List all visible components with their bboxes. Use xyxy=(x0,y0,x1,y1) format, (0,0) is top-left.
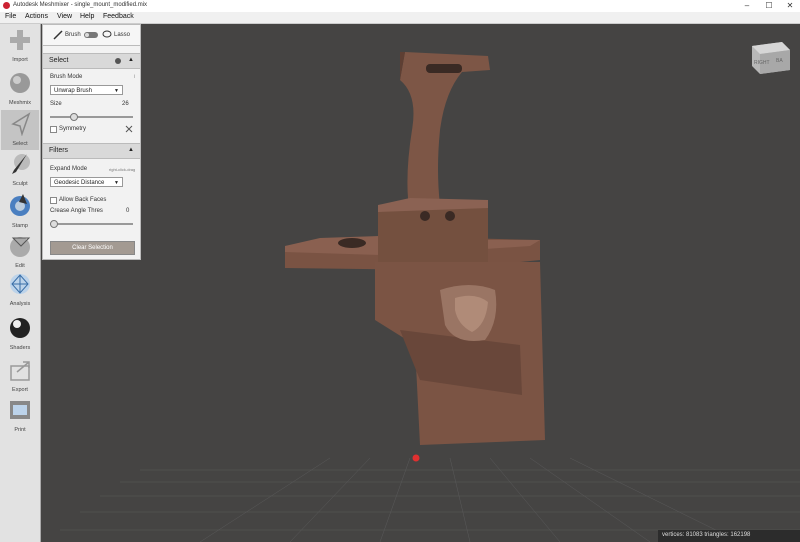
size-label: Size xyxy=(50,101,62,107)
tool-label: Stamp xyxy=(12,223,28,229)
collapse-icon[interactable]: ▲ xyxy=(128,147,134,153)
view-cube-right: RIGHT xyxy=(754,60,770,66)
clear-selection-button[interactable]: Clear Selection xyxy=(50,241,135,255)
menu-file[interactable]: File xyxy=(5,13,16,20)
maximize-button[interactable]: ☐ xyxy=(762,1,776,11)
menu-bar: File Actions View Help Feedback xyxy=(0,12,800,24)
lasso-icon xyxy=(102,30,112,38)
close-button[interactable]: ✕ xyxy=(783,1,797,11)
size-slider[interactable] xyxy=(50,113,133,121)
select-section-header[interactable]: Select ▲ xyxy=(43,53,140,69)
filters-section-title: Filters xyxy=(49,147,69,154)
tool-analysis[interactable]: Analysis xyxy=(1,270,39,310)
crease-angle-slider-handle[interactable] xyxy=(50,220,58,228)
crease-angle-value: 0 xyxy=(126,208,130,214)
pivot-point xyxy=(412,454,420,462)
tool-meshmix[interactable]: Meshmix xyxy=(1,69,39,109)
lasso-label[interactable]: Lasso xyxy=(114,32,130,38)
tool-label: Analysis xyxy=(9,301,31,307)
collapse-icon[interactable]: ▲ xyxy=(128,57,134,63)
chevron-down-icon: ▼ xyxy=(114,88,119,94)
menu-actions[interactable]: Actions xyxy=(25,13,48,20)
select-section-title: Select xyxy=(49,57,69,64)
expand-mode-dropdown[interactable]: Geodesic Distance ▼ xyxy=(50,177,123,187)
symmetry-label: Symmetry xyxy=(59,126,86,132)
select-tool-panel: Brush Lasso Select ▲ Brush Mode i Unwrap… xyxy=(42,24,141,260)
expand-mode-label: Expand Mode xyxy=(50,166,88,172)
filters-section-header[interactable]: Filters ▲ xyxy=(43,143,140,159)
tool-label: Meshmix xyxy=(8,100,31,106)
brush-icon xyxy=(12,154,30,174)
tool-label: Print xyxy=(14,427,26,433)
mount-hole xyxy=(338,238,366,248)
menu-view[interactable]: View xyxy=(57,13,72,20)
view-cube[interactable]: RIGHT BA xyxy=(752,42,790,74)
expand-mode-hint: right-click-drag xyxy=(109,167,136,172)
cursor-icon xyxy=(11,112,31,136)
tool-export[interactable]: Export xyxy=(1,356,39,396)
symmetry-settings-icon[interactable] xyxy=(125,125,133,133)
minimize-button[interactable]: – xyxy=(740,1,754,11)
tool-shaders[interactable]: Shaders xyxy=(1,314,39,354)
tool-stamp[interactable]: Stamp xyxy=(1,192,39,232)
menu-feedback[interactable]: Feedback xyxy=(103,13,134,20)
menu-help[interactable]: Help xyxy=(80,13,94,20)
print-icon xyxy=(10,401,30,419)
tool-label: Export xyxy=(12,387,28,393)
tool-print[interactable]: Print xyxy=(1,396,39,436)
tool-sculpt[interactable]: Sculpt xyxy=(1,150,39,190)
tool-label: Select xyxy=(12,141,28,147)
edit-icon xyxy=(10,237,31,257)
crease-angle-label: Crease Angle Thres xyxy=(50,208,103,214)
allow-back-faces-checkbox[interactable] xyxy=(50,197,57,204)
tool-label: Edit xyxy=(15,263,25,269)
tool-import[interactable]: Import xyxy=(1,26,39,66)
chevron-down-icon: ▼ xyxy=(114,180,119,186)
tool-select[interactable]: Select xyxy=(1,110,39,150)
plus-icon xyxy=(10,30,30,50)
status-bar: vertices: 81083 triangles: 162198 xyxy=(658,530,800,542)
tool-label: Import xyxy=(12,57,28,63)
brush-label[interactable]: Brush xyxy=(65,32,81,38)
allow-back-faces-label: Allow Back Faces xyxy=(59,197,107,203)
sphere-icon xyxy=(10,73,30,93)
mount-slot xyxy=(426,64,462,73)
tool-label: Sculpt xyxy=(12,181,28,187)
analysis-icon xyxy=(10,274,30,294)
brush-lasso-toggle[interactable] xyxy=(84,32,98,38)
brush-lasso-toggle-row: Brush Lasso xyxy=(43,25,140,46)
crease-angle-slider[interactable] xyxy=(50,220,133,228)
export-icon xyxy=(10,361,30,381)
tool-edit[interactable]: Edit xyxy=(1,232,39,272)
brush-mode-value: Unwrap Brush xyxy=(54,88,93,94)
symmetry-checkbox[interactable] xyxy=(50,126,57,133)
info-icon[interactable] xyxy=(115,58,121,64)
stamp-icon xyxy=(10,194,30,216)
brush-mode-info: i xyxy=(134,74,136,80)
size-value: 26 xyxy=(122,101,129,107)
expand-mode-value: Geodesic Distance xyxy=(54,180,105,186)
tool-sidebar: Import Meshmix Select Sculpt Stamp Edit … xyxy=(0,24,41,542)
size-slider-handle[interactable] xyxy=(70,113,79,121)
view-cube-back: BA xyxy=(776,58,783,64)
screw-hole xyxy=(445,211,455,221)
shader-ball-icon xyxy=(10,318,30,338)
brush-mode-dropdown[interactable]: Unwrap Brush ▼ xyxy=(50,85,123,95)
tool-label: Shaders xyxy=(9,345,31,351)
screw-hole xyxy=(420,211,430,221)
app-logo-icon xyxy=(3,2,10,9)
brush-icon xyxy=(53,30,63,40)
brush-mode-label: Brush Mode xyxy=(50,74,83,80)
window-title: Autodesk Meshmixer - single_mount_modifi… xyxy=(13,2,148,8)
mesh-stats: vertices: 81083 triangles: 162198 xyxy=(662,532,751,538)
